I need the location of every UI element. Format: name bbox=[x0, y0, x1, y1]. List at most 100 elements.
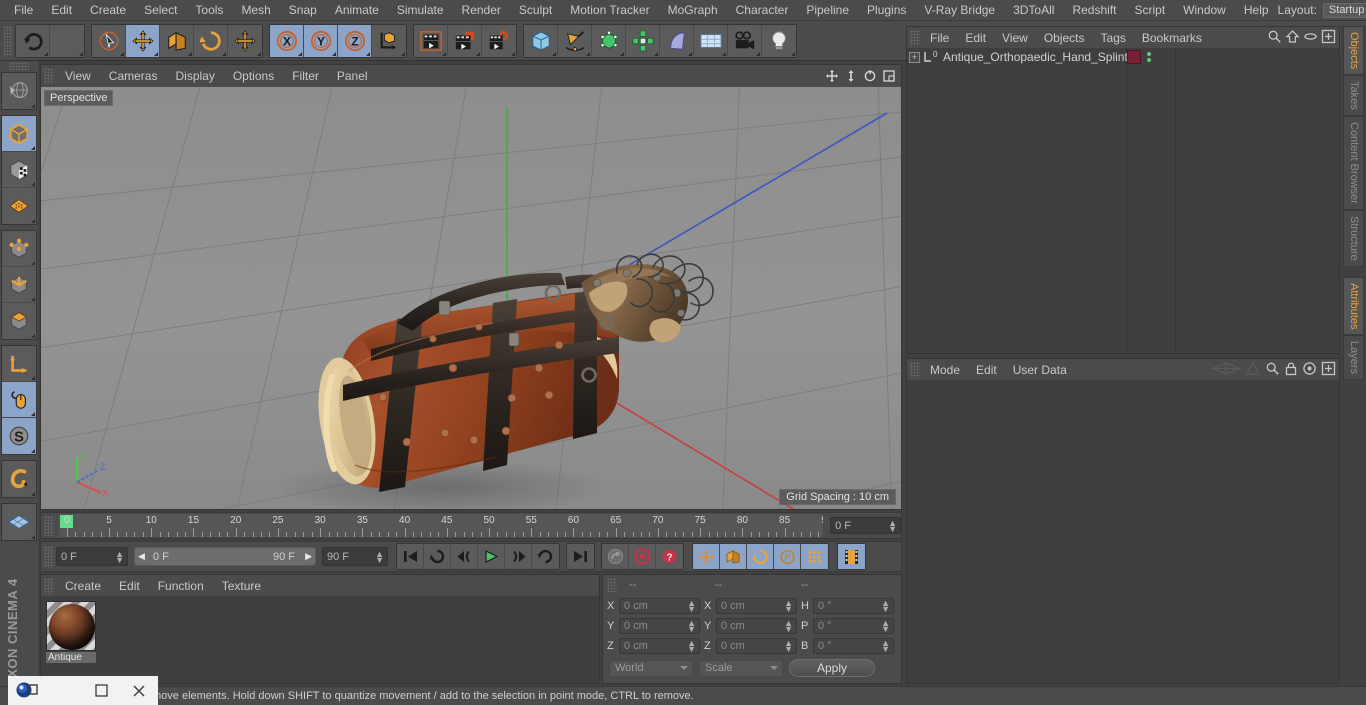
menu-item-plugins[interactable]: Plugins bbox=[858, 0, 915, 20]
menu-item-render[interactable]: Render bbox=[453, 0, 510, 20]
viewport-canvas[interactable]: Perspective Grid Spacing : 10 cm Y X Z bbox=[41, 87, 901, 509]
viewport-menu-view[interactable]: View bbox=[56, 66, 100, 87]
render-view-icon[interactable] bbox=[414, 24, 448, 57]
object-menu-file[interactable]: File bbox=[922, 28, 957, 48]
axis-y-icon[interactable]: Y bbox=[304, 24, 338, 57]
menu-item-mograph[interactable]: MoGraph bbox=[659, 0, 727, 20]
menu-item-select[interactable]: Select bbox=[135, 0, 186, 20]
viewport-menu-panel[interactable]: Panel bbox=[328, 66, 377, 87]
tab-objects[interactable]: Objects bbox=[1343, 26, 1364, 76]
redo-icon[interactable] bbox=[50, 24, 84, 57]
menu-item-snap[interactable]: Snap bbox=[280, 0, 326, 20]
stepper-icon[interactable]: ▲ ▼ bbox=[881, 599, 890, 614]
cone-icon[interactable] bbox=[1245, 361, 1261, 379]
play-icon[interactable] bbox=[478, 544, 505, 569]
object-menu-objects[interactable]: Objects bbox=[1036, 28, 1093, 48]
viewport-menu-display[interactable]: Display bbox=[166, 66, 223, 87]
table-row[interactable]: +0 Antique_Orthopaedic_Hand_Splint bbox=[907, 48, 1339, 66]
document-end-field[interactable]: 90 F ▲ ▼ bbox=[322, 547, 388, 566]
axis-x-icon[interactable]: X bbox=[270, 24, 304, 57]
preview-range-slider[interactable]: ◀ 0 F 90 F ▶ bbox=[134, 547, 316, 566]
key-pla-icon[interactable] bbox=[801, 544, 828, 569]
stepper-icon[interactable]: ▲ ▼ bbox=[687, 619, 696, 634]
stepper-icon[interactable]: ▲ ▼ bbox=[687, 599, 696, 614]
object-name[interactable]: Antique_Orthopaedic_Hand_Splint bbox=[943, 50, 1128, 64]
object-menu-tags[interactable]: Tags bbox=[1093, 28, 1134, 48]
transport-grip[interactable] bbox=[44, 545, 54, 568]
world-coord-icon[interactable] bbox=[372, 24, 406, 57]
stepper-icon[interactable]: ▲ ▼ bbox=[784, 619, 793, 634]
menu-item-v-ray-bridge[interactable]: V-Ray Bridge bbox=[915, 0, 1004, 20]
toolbar-grip[interactable] bbox=[3, 25, 13, 56]
object-axis-icon[interactable] bbox=[2, 346, 36, 382]
menu-item-edit[interactable]: Edit bbox=[42, 0, 81, 20]
home-icon[interactable] bbox=[1285, 29, 1300, 47]
tab-layers[interactable]: Layers bbox=[1343, 335, 1364, 381]
camera-icon[interactable] bbox=[728, 24, 762, 57]
attributes-menu-mode[interactable]: Mode bbox=[922, 360, 968, 380]
menu-item-sculpt[interactable]: Sculpt bbox=[510, 0, 561, 20]
range-left-arrow-icon[interactable]: ◀ bbox=[138, 551, 145, 562]
tab-content-browser[interactable]: Content Browser bbox=[1343, 116, 1364, 210]
menu-item-help[interactable]: Help bbox=[1235, 0, 1278, 20]
menu-item-simulate[interactable]: Simulate bbox=[388, 0, 453, 20]
material-menu-function[interactable]: Function bbox=[149, 576, 213, 596]
rotate-icon[interactable] bbox=[194, 24, 228, 57]
key-rotation-icon[interactable] bbox=[747, 544, 774, 569]
autokeying-icon[interactable] bbox=[629, 544, 656, 569]
texture-mode-icon[interactable] bbox=[2, 152, 36, 188]
search-icon[interactable] bbox=[1265, 361, 1280, 379]
magnet-icon[interactable] bbox=[2, 461, 36, 497]
viewport-menu-filter[interactable]: Filter bbox=[283, 66, 328, 87]
timeline-frame-field[interactable]: 0 F ▲ ▼ bbox=[830, 517, 901, 534]
object-menu-edit[interactable]: Edit bbox=[957, 28, 994, 48]
menu-item-redshift[interactable]: Redshift bbox=[1063, 0, 1125, 20]
material-tag-icon[interactable] bbox=[1127, 50, 1141, 64]
stepper-icon[interactable]: ▲ ▼ bbox=[888, 518, 897, 533]
generator-nurbs-icon[interactable] bbox=[592, 24, 626, 57]
spline-pen-icon[interactable] bbox=[558, 24, 592, 57]
step-back-icon[interactable] bbox=[451, 544, 478, 569]
menu-item-script[interactable]: Script bbox=[1125, 0, 1174, 20]
maximize-square-icon[interactable] bbox=[83, 676, 121, 705]
coord-rotation-input[interactable]: 0 ° ▲ ▼ bbox=[813, 638, 894, 654]
menu-item-pipeline[interactable]: Pipeline bbox=[797, 0, 858, 20]
coord-position-input[interactable]: 0 cm ▲ ▼ bbox=[619, 598, 700, 614]
model-mode-icon[interactable] bbox=[2, 116, 36, 152]
interpolation-icon[interactable] bbox=[1211, 361, 1241, 379]
visibility-dot[interactable] bbox=[1147, 58, 1151, 62]
move-alt-icon[interactable] bbox=[228, 24, 262, 57]
coord-rotation-input[interactable]: 0 ° ▲ ▼ bbox=[813, 618, 894, 634]
coord-position-input[interactable]: 0 cm ▲ ▼ bbox=[619, 618, 700, 634]
material-swatch[interactable]: Antique bbox=[46, 601, 96, 663]
go-to-start-icon[interactable] bbox=[397, 544, 424, 569]
plus-box-icon[interactable] bbox=[1321, 29, 1336, 47]
pan-icon[interactable] bbox=[823, 67, 841, 85]
axis-z-icon[interactable]: Z bbox=[338, 24, 372, 57]
material-manager-body[interactable]: Antique bbox=[41, 596, 599, 683]
stepper-icon[interactable]: ▲ ▼ bbox=[881, 639, 890, 654]
coord-rotation-input[interactable]: 0 ° ▲ ▼ bbox=[813, 598, 894, 614]
layout-select[interactable]: Startup bbox=[1322, 2, 1366, 18]
material-manager-grip[interactable] bbox=[44, 577, 54, 594]
go-to-end-icon[interactable] bbox=[567, 544, 594, 569]
keyframe-selection-icon[interactable]: ? bbox=[656, 544, 683, 569]
visibility-dot[interactable] bbox=[1147, 52, 1151, 56]
ellipse-icon[interactable] bbox=[1303, 29, 1318, 47]
object-manager-grip[interactable] bbox=[910, 29, 920, 46]
timeline-filmstrip-icon[interactable] bbox=[838, 544, 865, 569]
tab-takes[interactable]: Takes bbox=[1343, 75, 1364, 117]
stepper-icon[interactable]: ▲ ▼ bbox=[375, 549, 384, 564]
plus-box-icon[interactable] bbox=[1321, 361, 1336, 379]
left-palette-grip[interactable] bbox=[9, 62, 29, 70]
viewport-grip[interactable] bbox=[44, 68, 54, 84]
deformer-bend-icon[interactable] bbox=[660, 24, 694, 57]
coord-size-input[interactable]: 0 cm ▲ ▼ bbox=[716, 638, 797, 654]
coordinates-grip[interactable] bbox=[607, 578, 617, 592]
object-menu-bookmarks[interactable]: Bookmarks bbox=[1134, 28, 1210, 48]
target-icon[interactable] bbox=[1302, 361, 1317, 379]
apply-button[interactable]: Apply bbox=[789, 659, 875, 677]
stepper-icon[interactable]: ▲ ▼ bbox=[687, 639, 696, 654]
dolly-icon[interactable] bbox=[842, 67, 860, 85]
tab-structure[interactable]: Structure bbox=[1343, 209, 1364, 267]
